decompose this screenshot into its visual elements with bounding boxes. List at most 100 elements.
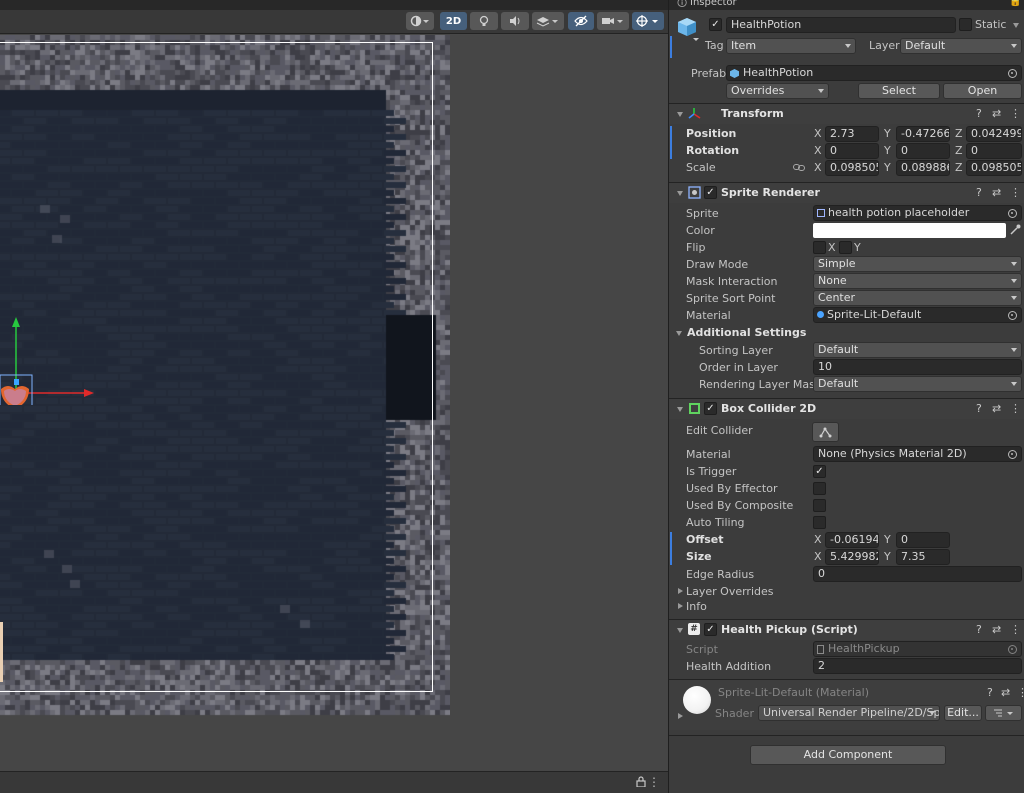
offset-x-input[interactable]: -0.06194 (825, 532, 879, 548)
help-icon[interactable]: ? (976, 624, 982, 636)
axis-y-label[interactable]: Y (884, 127, 891, 141)
help-icon[interactable]: ? (976, 108, 982, 120)
sprite-renderer-header[interactable]: ✓ Sprite Renderer ? ⇄ ⋮ (669, 183, 1024, 203)
axis-x-label[interactable]: X (814, 533, 822, 547)
object-picker-icon[interactable] (1008, 69, 1017, 78)
audio-toggle[interactable] (501, 12, 529, 30)
auto-tiling-checkbox[interactable] (813, 516, 826, 529)
help-icon[interactable]: ? (976, 403, 982, 415)
camera-dropdown[interactable] (597, 12, 629, 30)
layer-overrides-foldout-icon[interactable] (678, 588, 683, 594)
component-menu-icon[interactable]: ⋮ (1017, 687, 1024, 699)
collapse-arrow-icon[interactable] (677, 628, 683, 633)
preset-icon[interactable]: ⇄ (992, 403, 1001, 415)
overrides-dropdown[interactable]: Overrides (726, 83, 829, 99)
additional-settings-label[interactable]: Additional Settings (687, 326, 806, 340)
gizmo-y-arrow[interactable] (12, 317, 20, 327)
draw-mode-dropdown[interactable]: Simple (813, 256, 1022, 272)
tag-dropdown[interactable]: Item (726, 38, 856, 54)
static-dropdown-arrow[interactable] (1013, 23, 1019, 28)
axis-x-label[interactable]: X (814, 550, 822, 564)
size-x-input[interactable]: 5.429982 (825, 549, 879, 565)
component-menu-icon[interactable]: ⋮ (1010, 108, 1021, 120)
sprite-renderer-enabled-checkbox[interactable]: ✓ (704, 186, 717, 199)
help-icon[interactable]: ? (987, 687, 993, 699)
add-component-button[interactable]: Add Component (750, 745, 946, 765)
transform-header[interactable]: Transform ? ⇄ ⋮ (669, 104, 1024, 124)
lighting-toggle[interactable] (470, 12, 498, 30)
used-by-composite-checkbox[interactable] (813, 499, 826, 512)
axis-y-label[interactable]: Y (884, 161, 891, 175)
position-x-input[interactable]: 2.73 (825, 126, 879, 142)
edit-collider-button[interactable] (812, 422, 839, 442)
box-collider-header[interactable]: ✓ Box Collider 2D ? ⇄ ⋮ (669, 399, 1024, 419)
preset-icon[interactable]: ⇄ (992, 187, 1001, 199)
scene-visibility-toggle[interactable] (568, 12, 594, 30)
effects-dropdown[interactable] (532, 12, 564, 30)
preset-icon[interactable]: ⇄ (992, 624, 1001, 636)
additional-settings-foldout-icon[interactable] (676, 331, 682, 336)
tab-lock-icon[interactable]: 🔒 (1009, 0, 1021, 7)
lock-icon[interactable] (636, 776, 646, 787)
size-y-input[interactable]: 7.35 (896, 549, 950, 565)
flip-x-checkbox[interactable] (813, 241, 826, 254)
draw-mode-dropdown[interactable] (406, 12, 434, 30)
box-collider-enabled-checkbox[interactable]: ✓ (704, 402, 717, 415)
position-y-input[interactable]: -0.47266 (896, 126, 950, 142)
axis-z-label[interactable]: Z (955, 144, 963, 158)
layer-overrides-label[interactable]: Layer Overrides (686, 585, 774, 599)
used-by-effector-checkbox[interactable] (813, 482, 826, 495)
sprite-sort-point-dropdown[interactable]: Center (813, 290, 1022, 306)
rendering-layer-mask-dropdown[interactable]: Default (813, 376, 1022, 392)
gizmos-dropdown[interactable] (632, 12, 664, 30)
collapse-arrow-icon[interactable] (677, 112, 683, 117)
move-gizmo[interactable] (0, 315, 100, 405)
active-checkbox[interactable]: ✓ (709, 18, 722, 31)
edit-shader-button[interactable]: Edit... (944, 705, 982, 721)
object-picker-icon[interactable] (1008, 209, 1017, 218)
inspector-tab-label[interactable]: Inspector (690, 0, 737, 8)
link-icon[interactable] (793, 163, 805, 172)
axis-x-label[interactable]: X (814, 144, 822, 158)
object-picker-icon[interactable] (1008, 311, 1017, 320)
scale-z-input[interactable]: 0.098505 (966, 160, 1022, 176)
select-button[interactable]: Select (858, 83, 940, 99)
axis-x-label[interactable]: X (814, 127, 822, 141)
static-checkbox[interactable] (959, 18, 972, 31)
toggle-2d-button[interactable]: 2D (440, 12, 467, 30)
axis-z-label[interactable]: Z (955, 127, 963, 141)
axis-y-label[interactable]: Y (884, 533, 891, 547)
axis-y-label[interactable]: Y (884, 144, 891, 158)
axis-z-label[interactable]: Z (955, 161, 963, 175)
scale-x-input[interactable]: 0.098505 (825, 160, 879, 176)
mask-interaction-dropdown[interactable]: None (813, 273, 1022, 289)
component-menu-icon[interactable]: ⋮ (1010, 403, 1021, 415)
collapse-arrow-icon[interactable] (677, 407, 683, 412)
rotation-x-input[interactable]: 0 (825, 143, 879, 159)
axis-x-label[interactable]: X (814, 161, 822, 175)
preset-icon[interactable]: ⇄ (1001, 687, 1010, 699)
component-menu-icon[interactable]: ⋮ (1010, 187, 1021, 199)
shader-options-dropdown[interactable] (985, 705, 1022, 721)
offset-y-input[interactable]: 0 (896, 532, 950, 548)
eyedropper-icon[interactable] (1010, 224, 1021, 235)
axis-y-label[interactable]: Y (884, 550, 891, 564)
rotation-y-input[interactable]: 0 (896, 143, 950, 159)
sorting-layer-dropdown[interactable]: Default (813, 342, 1022, 358)
object-name-input[interactable]: HealthPotion (726, 17, 956, 33)
help-icon[interactable]: ? (976, 187, 982, 199)
flip-y-checkbox[interactable] (839, 241, 852, 254)
kebab-menu-icon[interactable]: ⋮ (648, 775, 660, 789)
material-foldout-icon[interactable] (678, 713, 683, 719)
material-field[interactable]: Sprite-Lit-Default (813, 307, 1022, 323)
order-in-layer-input[interactable]: 10 (813, 359, 1022, 375)
info-label[interactable]: Info (686, 600, 707, 614)
prefab-field[interactable]: HealthPotion (726, 65, 1022, 81)
collapse-arrow-icon[interactable] (677, 191, 683, 196)
color-swatch[interactable] (813, 223, 1006, 238)
is-trigger-checkbox[interactable]: ✓ (813, 465, 826, 478)
shader-dropdown[interactable]: Universal Render Pipeline/2D/Sprit (758, 705, 940, 721)
open-button[interactable]: Open (943, 83, 1022, 99)
health-addition-input[interactable]: 2 (813, 658, 1022, 674)
health-pickup-enabled-checkbox[interactable]: ✓ (704, 623, 717, 636)
